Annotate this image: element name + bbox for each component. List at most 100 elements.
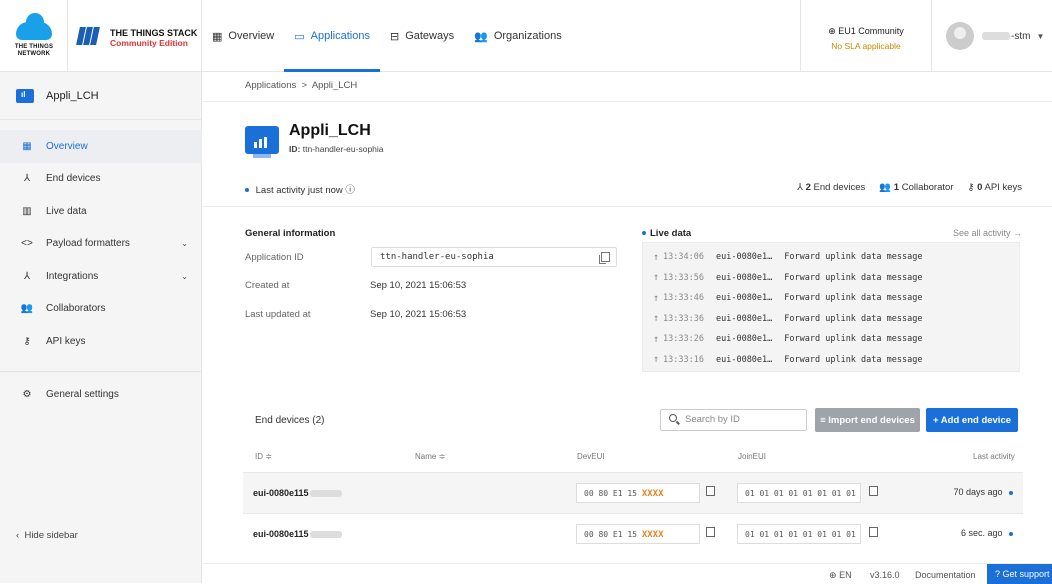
gear-icon: ⚙	[22, 388, 32, 400]
stat-collaborators[interactable]: 👥 1 Collaborator	[879, 182, 953, 193]
sidebar-item-end-devices[interactable]: ⅄ End devices	[0, 163, 202, 196]
stat-end-devices[interactable]: ⅄ 2 End devices	[797, 182, 865, 193]
language-selector[interactable]: ⊕ EN	[829, 570, 852, 581]
copy-icon[interactable]	[706, 527, 715, 537]
nav-gateways[interactable]: ⊟ Gateways	[380, 0, 464, 72]
event-message: Forward uplink data message	[784, 354, 923, 365]
sidebar-app-header: Appli_LCH	[0, 72, 202, 120]
username-redacted	[982, 32, 1010, 40]
main-content: Applications > Appli_LCH Appli_LCH ID: t…	[203, 72, 1052, 584]
event-message: Forward uplink data message	[784, 313, 923, 324]
app-window-icon: ▭	[294, 30, 305, 43]
tts-subtitle: Community Edition	[110, 38, 188, 48]
application-icon	[245, 126, 279, 158]
breadcrumb-root[interactable]: Applications	[245, 80, 296, 91]
table-row[interactable]: eui-0080e115 00 80 E1 15 XXXX 01 01 01 0…	[243, 514, 1023, 554]
general-info-label: Application ID	[245, 252, 304, 263]
user-menu[interactable]: -stm ▼	[946, 0, 1052, 72]
cluster-selector[interactable]: ⊕ EU1 Community No SLA applicable	[800, 0, 932, 72]
list-item[interactable]: ↑ 13:33:26 eui-0080e1… Forward uplink data …	[653, 329, 1009, 350]
column-header-name[interactable]: Name ≑	[415, 452, 445, 461]
people-icon: 👥	[474, 30, 488, 43]
tts-title: THE THINGS STACK	[110, 28, 198, 38]
sidebar-item-label: Payload formatters	[46, 238, 130, 250]
help-icon: ?	[995, 569, 1001, 579]
nav-applications-label: Applications	[310, 30, 370, 42]
list-item[interactable]: ↑ 13:33:36 eui-0080e1… Forward uplink data …	[653, 309, 1009, 330]
event-time: 13:33:16	[663, 354, 704, 365]
event-time: 13:33:46	[663, 293, 704, 304]
event-message: Forward uplink data message	[784, 293, 923, 304]
application-id-field-value: ttn-handler-eu-sophia	[380, 252, 494, 262]
application-id-field[interactable]: ttn-handler-eu-sophia	[371, 247, 617, 267]
breadcrumb-current: Appli_LCH	[311, 80, 358, 91]
column-header-deveui: DevEUI	[577, 452, 605, 461]
divider	[203, 206, 1052, 207]
nav-overview[interactable]: ▦ Overview	[202, 0, 284, 72]
event-device: eui-0080e1…	[715, 272, 773, 283]
deveui-prefix: 00 80 E1 15	[584, 530, 637, 539]
general-info-value: Sep 10, 2021 15:06:53	[370, 280, 467, 291]
app-stats: ⅄ 2 End devices 👥 1 Collaborator ⚷ 0 API…	[797, 182, 1022, 193]
tts-logo[interactable]: THE THINGS STACK Community Edition	[68, 0, 202, 72]
stat-collaborators-count: 1	[893, 182, 900, 193]
breadcrumb-separator: >	[301, 80, 308, 91]
sidebar-item-live-data[interactable]: ▥ Live data	[0, 195, 202, 228]
nav-organizations-label: Organizations	[493, 30, 562, 42]
event-device: eui-0080e1…	[715, 313, 773, 324]
event-time: 13:33:26	[663, 334, 704, 345]
status-dot	[642, 231, 646, 236]
sidebar-item-collaborators[interactable]: 👥 Collaborators	[0, 293, 202, 326]
event-time: 13:33:56	[663, 272, 704, 283]
sidebar-item-overview[interactable]: ▦ Overview	[0, 130, 202, 163]
list-item[interactable]: ↑ 13:33:56 eui-0080e1… Forward uplink data …	[653, 268, 1009, 289]
get-support-button[interactable]: ? Get support	[987, 564, 1052, 584]
copy-icon[interactable]	[599, 252, 610, 264]
sidebar-item-api-keys[interactable]: ⚷ API keys	[0, 325, 202, 358]
status-dot	[1009, 531, 1013, 536]
main-nav: ▦ Overview ▭ Applications ⊟ Gateways 👥 O…	[202, 0, 572, 72]
application-id-label: ID:	[289, 144, 301, 154]
documentation-link[interactable]: Documentation	[915, 570, 976, 580]
chevron-left-icon: ‹	[16, 530, 20, 541]
application-id-value: ttn-handler-eu-sophia	[302, 144, 384, 154]
list-item[interactable]: ↑ 13:33:46 eui-0080e1… Forward uplink data …	[653, 288, 1009, 309]
top-header: THE THINGS NETWORK THE THINGS STACK Comm…	[0, 0, 1052, 72]
sidebar-item-label: Overview	[46, 140, 88, 152]
copy-icon[interactable]	[869, 527, 878, 537]
joineui-field: 01 01 01 01 01 01 01 01	[737, 524, 861, 544]
application-icon	[16, 88, 34, 103]
help-icon[interactable]: ⓘ	[345, 185, 355, 196]
list-item[interactable]: ↑ 13:34:06 eui-0080e1… Forward uplink data …	[653, 247, 1009, 268]
nav-organizations[interactable]: 👥 Organizations	[464, 0, 572, 72]
column-header-joineui: JoinEUI	[738, 452, 767, 461]
sidebar-item-integrations[interactable]: ⅄ Integrations ⌄	[0, 260, 202, 293]
last-activity-text: Last activity just now	[255, 185, 343, 196]
column-header-id[interactable]: ID ≑	[255, 452, 272, 461]
list-item[interactable]: ↑ 13:33:16 eui-0080e1… Forward uplink data …	[653, 350, 1009, 371]
arrow-up-icon: ↑	[653, 292, 660, 304]
add-end-device-button[interactable]: + Add end device	[926, 408, 1018, 432]
arrow-up-icon: ↑	[653, 272, 660, 284]
cluster-name: EU1 Community	[838, 26, 904, 36]
general-info-value: Sep 10, 2021 15:06:53	[370, 309, 467, 320]
search-input[interactable]: Search by ID	[660, 409, 807, 431]
column-header-last-activity: Last activity	[973, 452, 1015, 461]
table-row[interactable]: eui-0080e115 00 80 E1 15 XXXX 01 01 01 0…	[243, 473, 1023, 513]
import-end-devices-label: Import end devices	[828, 414, 915, 426]
hide-sidebar-button[interactable]: ‹ Hide sidebar	[16, 530, 78, 541]
event-device: eui-0080e1…	[715, 334, 773, 345]
sidebar-item-general-settings[interactable]: ⚙ General settings	[0, 378, 202, 411]
last-activity-cell: 6 sec. ago	[961, 528, 1013, 538]
nav-applications[interactable]: ▭ Applications	[284, 0, 380, 72]
application-id: ID: ttn-handler-eu-sophia	[289, 144, 384, 154]
copy-icon[interactable]	[869, 486, 878, 496]
stat-api-keys[interactable]: ⚷ 0 API keys	[967, 182, 1022, 193]
ttn-logo[interactable]: THE THINGS NETWORK	[0, 0, 68, 72]
sidebar-item-payload-formatters[interactable]: <> Payload formatters ⌄	[0, 228, 202, 261]
general-info-label: Created at	[245, 280, 290, 291]
live-data-title: Live data	[642, 228, 691, 239]
see-all-activity-link[interactable]: See all activity →	[953, 228, 1022, 238]
copy-icon[interactable]	[706, 486, 715, 496]
import-end-devices-button[interactable]: ≡ Import end devices	[815, 408, 920, 432]
